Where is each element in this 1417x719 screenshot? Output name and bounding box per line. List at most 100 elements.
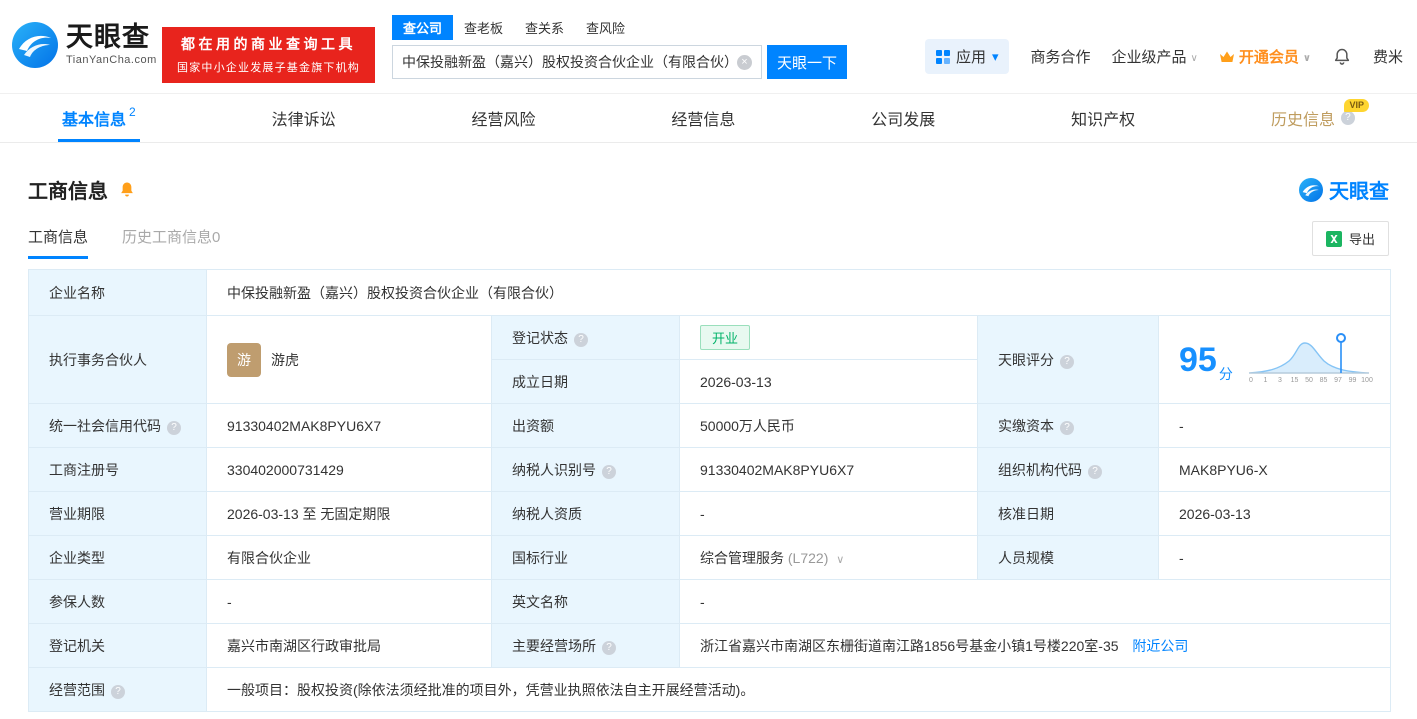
- insured-count-value: -: [206, 579, 492, 624]
- field-label: 企业类型: [28, 535, 207, 580]
- nearby-companies-link[interactable]: 附近公司: [1132, 638, 1188, 654]
- export-label: 导出: [1348, 232, 1375, 247]
- registration-authority-value: 嘉兴市南湖区行政审批局: [206, 623, 492, 668]
- svg-text:1: 1: [1263, 377, 1267, 384]
- search-button[interactable]: 天眼一下: [767, 45, 847, 79]
- monitor-bell-icon[interactable]: [118, 181, 136, 199]
- tab-intellectual-property-label: 知识产权: [1071, 112, 1136, 129]
- field-label: 经营范围: [28, 667, 207, 712]
- tab-business-info-label: 经营信息: [671, 112, 736, 129]
- field-label: 核准日期: [977, 491, 1159, 536]
- business-cooperation-link[interactable]: 商务合作: [1030, 46, 1090, 67]
- chevron-down-icon[interactable]: [836, 554, 844, 566]
- field-label: 英文名称: [491, 579, 680, 624]
- tab-history-info[interactable]: 历史信息 VIP: [1270, 94, 1369, 142]
- field-label: 主要经营场所: [491, 623, 680, 668]
- account-name[interactable]: 费米: [1373, 46, 1403, 67]
- svg-text:97: 97: [1334, 377, 1342, 384]
- tianyancha-logo-icon: [1299, 177, 1323, 202]
- subtab-history-registration[interactable]: 历史工商信息0: [122, 218, 220, 259]
- tab-history-info-label: 历史信息: [1270, 112, 1335, 129]
- subtab-business-registration[interactable]: 工商信息: [28, 218, 89, 259]
- search-tab-risk[interactable]: 查风险: [575, 15, 636, 40]
- table-row: 统一社会信用代码 91330402MAK8PYU6X7 出资额 50000万人民…: [28, 403, 1392, 448]
- help-icon[interactable]: [602, 464, 616, 479]
- svg-text:50: 50: [1305, 377, 1313, 384]
- field-label: 国标行业: [491, 535, 680, 580]
- account-name-label: 费米: [1372, 49, 1403, 66]
- enterprise-products-menu[interactable]: 企业级产品: [1112, 46, 1198, 67]
- tab-intellectual-property[interactable]: 知识产权: [1071, 94, 1135, 142]
- svg-text:3: 3: [1278, 377, 1282, 384]
- partner-avatar[interactable]: 游: [227, 342, 261, 377]
- svg-text:15: 15: [1290, 377, 1298, 384]
- tab-legal-proceedings-label: 法律诉讼: [271, 112, 336, 129]
- score-distribution-chart: 0 1 3 15 50 85 97 99 100: [1245, 331, 1373, 388]
- apps-grid-icon: [935, 49, 950, 64]
- table-row: 工商注册号 330402000731429 纳税人识别号 91330402MAK…: [28, 447, 1392, 492]
- search-tab-company[interactable]: 查公司: [392, 15, 454, 40]
- notification-bell-icon: [1332, 47, 1352, 67]
- help-icon[interactable]: [1088, 464, 1102, 479]
- company-type-value: 有限合伙企业: [206, 535, 492, 580]
- registration-status-value: 开业: [679, 315, 978, 360]
- staff-size-value: -: [1157, 535, 1392, 580]
- svg-text:99: 99: [1348, 377, 1356, 384]
- company-name-value: 中保投融新盈（嘉兴）股权投资合伙企业（有限合伙）: [205, 269, 1392, 316]
- search-tabs: 查公司 查老板 查关系 查风险: [392, 15, 847, 40]
- help-icon[interactable]: [111, 684, 125, 699]
- field-label: 工商注册号: [28, 447, 207, 492]
- watermark-logo: 天眼查: [1299, 175, 1389, 204]
- industry-value: 综合管理服务 (L722): [679, 535, 978, 580]
- search-input[interactable]: [402, 54, 737, 70]
- notifications-button[interactable]: [1332, 47, 1352, 67]
- svg-text:0: 0: [1249, 377, 1253, 384]
- tab-legal-proceedings[interactable]: 法律诉讼: [272, 94, 336, 142]
- tianyan-score-value: 95 分 0 1 3 15 50 85 97 99 100: [1157, 315, 1392, 404]
- brand-domain: TianYanCha.com: [66, 54, 157, 66]
- table-row: 参保人数 - 英文名称 -: [28, 579, 1392, 624]
- open-membership-menu[interactable]: 开通会员: [1219, 46, 1311, 67]
- field-label: 执行事务合伙人: [28, 315, 207, 404]
- table-row: 经营范围 一般项目：股权投资(除依法须经批准的项目外，凭营业执照依法自主开展经营…: [28, 667, 1392, 712]
- tab-company-development[interactable]: 公司发展: [871, 94, 935, 142]
- help-icon[interactable]: [1340, 111, 1355, 125]
- export-button[interactable]: 导出: [1311, 221, 1389, 256]
- english-name-value: -: [678, 579, 1392, 624]
- partner-name[interactable]: 游虎: [271, 350, 299, 370]
- business-site-value: 浙江省嘉兴市南湖区东栅街道南江路1856号基金小镇1号楼220室-35 附近公司: [678, 623, 1392, 668]
- registration-number-value: 330402000731429: [206, 447, 492, 492]
- svg-text:100: 100: [1361, 377, 1373, 384]
- field-label: 纳税人识别号: [491, 447, 680, 492]
- tab-operational-risk-label: 经营风险: [471, 112, 536, 129]
- help-icon[interactable]: [574, 332, 588, 347]
- svg-text:85: 85: [1319, 377, 1327, 384]
- business-cooperation-label: 商务合作: [1030, 49, 1091, 66]
- company-nav-tabs: 基本信息 2 法律诉讼 经营风险 经营信息 公司发展 知识产权 历史信息 VIP: [0, 93, 1417, 143]
- tab-basic-info-badge: 2: [129, 105, 136, 119]
- site-logo[interactable]: 天眼查 TianYanCha.com: [12, 22, 157, 68]
- field-label: 企业名称: [28, 269, 207, 316]
- field-label: 营业期限: [28, 491, 207, 536]
- search-tab-relation[interactable]: 查关系: [514, 15, 575, 40]
- vip-badge: VIP: [1344, 99, 1369, 112]
- field-label: 登记机关: [28, 623, 207, 668]
- score-unit: 分: [1218, 366, 1233, 382]
- section-title: 工商信息: [28, 181, 108, 203]
- tab-operational-risk[interactable]: 经营风险: [471, 94, 535, 142]
- field-label: 登记状态: [491, 315, 680, 360]
- industry-code: (L722): [787, 549, 829, 566]
- search-tab-boss[interactable]: 查老板: [453, 15, 514, 40]
- help-icon[interactable]: [167, 420, 181, 435]
- help-icon[interactable]: [1060, 420, 1074, 435]
- help-icon[interactable]: [1060, 354, 1074, 369]
- tab-basic-info[interactable]: 基本信息 2: [58, 94, 140, 142]
- enterprise-products-label: 企业级产品: [1111, 49, 1187, 66]
- apps-menu[interactable]: 应用: [924, 39, 1010, 74]
- tab-business-info[interactable]: 经营信息: [671, 94, 735, 142]
- credit-code-value: 91330402MAK8PYU6X7: [206, 403, 492, 448]
- help-icon[interactable]: [602, 640, 616, 655]
- tab-basic-info-label: 基本信息: [62, 112, 127, 129]
- main-content: 工商信息 天眼查 工商信息 历史工商信息0 导出 企业名称 中保投融新盈（嘉兴）…: [0, 175, 1417, 712]
- clear-search-icon[interactable]: [737, 54, 752, 70]
